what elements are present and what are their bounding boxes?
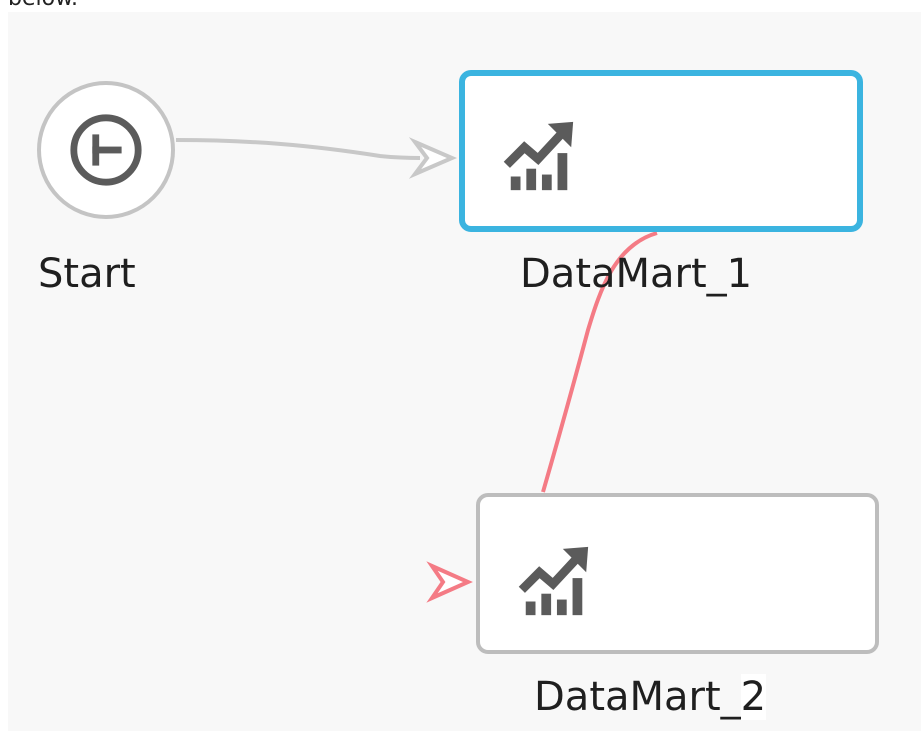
start-timer-icon bbox=[70, 114, 142, 186]
datamart-2-label-main: DataMart_ bbox=[534, 674, 741, 720]
start-node[interactable] bbox=[37, 81, 175, 219]
start-node-label: Start bbox=[38, 251, 136, 297]
datamart-1-label: DataMart_1 bbox=[520, 251, 753, 297]
cropped-caption-text: below. bbox=[8, 0, 78, 11]
datamart-2-label: DataMart_2 bbox=[534, 674, 767, 720]
datamart-1-node[interactable] bbox=[459, 70, 863, 232]
datamart-2-label-tail: 2 bbox=[740, 674, 767, 720]
datamart-2-node[interactable] bbox=[476, 493, 879, 654]
chart-trend-up-icon bbox=[518, 546, 589, 616]
chart-trend-up-icon bbox=[503, 121, 574, 191]
